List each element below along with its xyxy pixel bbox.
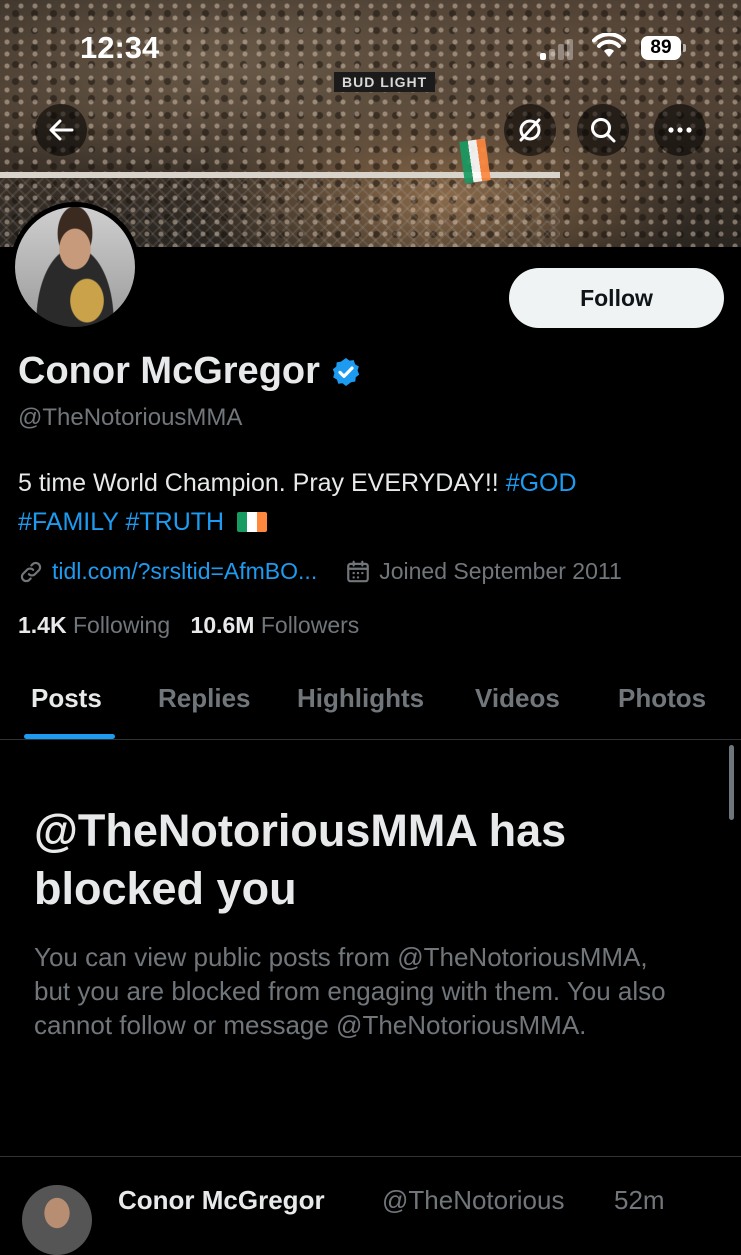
following-count: 1.4K (18, 612, 67, 638)
blocked-title: @TheNotoriousMMA has blocked you (34, 805, 567, 914)
blocked-message: You can view public posts from @TheNotor… (34, 942, 666, 1040)
verified-badge-icon[interactable] (330, 356, 362, 388)
bio-text: 5 time World Champion. Pray EVERYDAY!! (18, 469, 499, 497)
back-button[interactable] (35, 104, 87, 156)
hashtag-family[interactable]: #FAMILY (18, 508, 119, 536)
tab-replies[interactable]: Replies (158, 683, 251, 714)
post-timestamp: 52m (614, 1185, 665, 1215)
back-arrow-icon (49, 119, 74, 141)
followers-label: Followers (260, 612, 360, 638)
joined-date: Joined September 2011 (379, 558, 622, 584)
tab-photos[interactable]: Photos (618, 683, 706, 714)
followers-count: 10.6M (190, 612, 255, 638)
hide-icon (519, 118, 541, 142)
search-button[interactable] (577, 104, 629, 156)
followers-link[interactable]: 10.6M Followers (191, 612, 360, 638)
irish-flag-emoji (237, 512, 268, 532)
following-link[interactable]: 1.4K Following (18, 612, 170, 638)
link-icon (20, 561, 42, 582)
hide-button[interactable] (504, 104, 556, 156)
post-author-name: Conor McGregor (118, 1185, 325, 1215)
active-tab-indicator (24, 734, 115, 739)
signal-icon (540, 38, 573, 60)
calendar-icon (347, 560, 370, 582)
hashtag-god[interactable]: #GOD (506, 469, 577, 497)
more-icon (668, 127, 692, 133)
profile-name-row: Conor McGregor (18, 350, 362, 393)
post-author-handle: @TheNotorious (382, 1185, 565, 1215)
post-preview[interactable]: Conor McGregor @TheNotorious 52m (22, 1185, 741, 1255)
tab-posts[interactable]: Posts (31, 683, 102, 714)
search-icon (591, 118, 616, 143)
tab-videos[interactable]: Videos (475, 683, 560, 714)
tab-highlights[interactable]: Highlights (297, 683, 424, 714)
profile-stats: 1.4K Following 10.6M Followers (18, 612, 359, 639)
post-avatar[interactable] (22, 1185, 92, 1255)
divider (0, 1156, 741, 1157)
more-button[interactable] (654, 104, 706, 156)
following-label: Following (72, 612, 171, 638)
profile-meta: tidl.com/?srsltid=AfmBO... Joined Septem… (18, 558, 622, 585)
profile-link[interactable]: tidl.com/?srsltid=AfmBO... (52, 558, 317, 585)
profile-name: Conor McGregor (18, 350, 320, 392)
profile-handle: @TheNotoriousMMA (18, 404, 243, 431)
battery-icon: 89 (641, 36, 686, 60)
scrollbar[interactable] (729, 745, 734, 820)
status-bar: 12:34 89 (0, 0, 741, 100)
profile-avatar[interactable] (10, 202, 140, 332)
status-time: 12:34 (80, 30, 160, 65)
hashtag-truth[interactable]: #TRUTH (125, 508, 224, 536)
profile-tabs: Posts Replies Highlights Videos Photos (0, 665, 741, 740)
follow-button[interactable]: Follow (509, 268, 724, 328)
wifi-icon (592, 33, 626, 57)
profile-bio: 5 time World Champion. Pray EVERYDAY!! #… (18, 464, 718, 542)
